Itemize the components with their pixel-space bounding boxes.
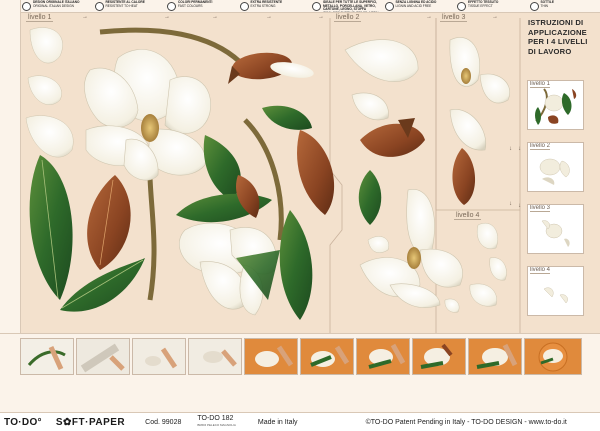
thumb-label: livello 1 (530, 81, 550, 88)
step-photo-10 (524, 338, 582, 375)
softpaper-logo: S✿FT·PAPER (56, 417, 125, 428)
level-label-3: livello 3 (440, 14, 467, 22)
todo-logo: TO·DO° (4, 417, 42, 428)
thumb-art (528, 143, 583, 191)
svg-text:→: → (164, 14, 170, 20)
magnolia-flower-half (179, 223, 280, 315)
magnolia-flower-large (84, 49, 210, 180)
thumb-level-2: livello 2 (527, 142, 584, 192)
step-caption-8 (412, 375, 464, 407)
product-ref: TO-DO 182BR6DI PELECO MAGNOLIA (197, 415, 236, 429)
step-caption-4 (188, 375, 240, 407)
thumb-art (528, 81, 583, 129)
svg-text:→: → (426, 14, 432, 20)
svg-text:↓: ↓ (509, 201, 512, 207)
step-caption-7 (356, 375, 408, 407)
step-photo-5 (244, 338, 298, 375)
product-code: Cod. 99028 (145, 419, 181, 426)
patent-notice: ©TO-DO Patent Pending in Italy - TO-DO D… (366, 419, 567, 426)
thumb-art (528, 267, 583, 315)
thumb-level-4: livello 4 (527, 266, 584, 316)
thumb-label: livello 2 (530, 143, 550, 150)
artwork-canvas: → → → → → → → ↓ ↓ ↓ ↓ (0, 0, 600, 335)
step-caption-9 (468, 375, 520, 407)
made-in-italy: Made in Italy (258, 419, 298, 426)
svg-text:→: → (82, 14, 88, 20)
svg-text:↓: ↓ (509, 146, 512, 152)
seed-pod (228, 50, 315, 84)
step-photo-4 (188, 338, 242, 375)
instructions-box: ISTRUZIONI DI APPLICAZIONE PER I 4 LIVEL… (528, 18, 596, 78)
thumb-level-3: livello 3 (527, 204, 584, 254)
step-photo-strip (0, 333, 600, 414)
thumb-label: livello 3 (530, 205, 550, 212)
step-photo-2 (76, 338, 130, 375)
step-caption-6 (300, 375, 352, 407)
product-ref-main: TO-DO 182 (197, 415, 233, 422)
thumb-level-1: livello 1 (527, 80, 584, 130)
step-caption-10 (524, 375, 576, 407)
loose-petals (26, 28, 73, 158)
thumb-label: livello 4 (530, 267, 550, 274)
decoupage-sheet: DESIGN ORIGINALE ITALIANOORIGINAL ITALIA… (0, 0, 600, 430)
svg-text:→: → (266, 14, 272, 20)
level-label-2: livello 2 (334, 14, 361, 22)
svg-text:↓: ↓ (518, 146, 521, 152)
step-photo-9 (468, 338, 522, 375)
step-caption-5 (244, 375, 296, 407)
step-caption-1 (20, 375, 72, 407)
svg-text:→: → (318, 14, 324, 20)
svg-text:→: → (492, 14, 498, 20)
step-photo-6 (300, 338, 354, 375)
thumb-art (528, 205, 583, 253)
step-caption-2 (76, 375, 128, 407)
svg-text:↓: ↓ (518, 203, 521, 209)
step-photo-3 (132, 338, 186, 375)
instructions-title: ISTRUZIONI DI APPLICAZIONE PER I 4 LIVEL… (528, 18, 596, 56)
level-label-4: livello 4 (454, 212, 481, 220)
level3-parts (450, 37, 510, 205)
step-photo-7 (356, 338, 410, 375)
svg-text:→: → (212, 14, 218, 20)
step-photo-1 (20, 338, 74, 375)
leaves-left (30, 155, 145, 312)
step-caption-3 (132, 375, 184, 407)
level-label-1: livello 1 (26, 14, 53, 22)
footer-bar: TO·DO° S✿FT·PAPER Cod. 99028 TO-DO 182BR… (0, 412, 600, 431)
product-ref-sub: BR6DI PELECO MAGNOLIA (197, 422, 236, 429)
step-photo-8 (412, 338, 466, 375)
